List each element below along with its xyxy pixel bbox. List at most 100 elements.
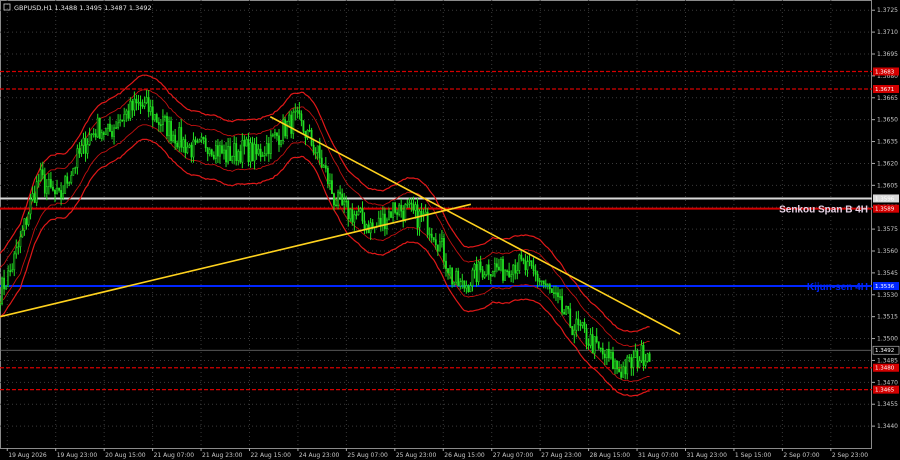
candle-body	[64, 176, 67, 194]
candle-body	[634, 350, 637, 358]
candle-body	[636, 350, 639, 368]
candle-body	[210, 149, 213, 156]
candle-body	[597, 341, 600, 349]
candle-body	[587, 343, 590, 346]
candle-body	[314, 152, 317, 154]
candle-body	[231, 156, 234, 161]
candle-body	[436, 244, 439, 252]
x-tick-label: 24 Aug 23:00	[299, 452, 340, 459]
candle-body	[601, 348, 604, 355]
candle-body	[100, 132, 103, 139]
candle-body	[66, 176, 69, 184]
candle-body	[383, 213, 386, 230]
candle-body	[94, 133, 97, 138]
candle-body	[544, 283, 547, 286]
candle-body	[359, 208, 362, 212]
candle-body	[239, 151, 242, 163]
candle-body	[347, 200, 350, 220]
level-price-label: 1.3671	[875, 87, 894, 93]
y-tick-label: 1.3560	[877, 248, 898, 255]
candle-body	[416, 204, 419, 228]
candle-body	[388, 211, 390, 221]
candle-body	[137, 101, 140, 104]
candle-body	[141, 105, 144, 107]
candle-body	[608, 348, 610, 359]
candle-body	[257, 148, 260, 155]
candle-body	[78, 148, 81, 154]
candle-body	[296, 110, 299, 112]
x-tick-label: 31 Aug 07:00	[638, 452, 679, 459]
candle-body	[102, 132, 105, 135]
candle-body	[121, 119, 124, 122]
y-tick-label: 1.3725	[877, 7, 898, 14]
candle-body	[135, 98, 138, 104]
candle-body	[463, 280, 466, 289]
candle-body	[481, 269, 484, 278]
candle-body	[253, 143, 256, 162]
candle-body	[74, 167, 77, 169]
candle-body	[467, 285, 470, 293]
candle-body	[47, 179, 50, 187]
candle-body	[555, 292, 557, 295]
candle-body	[267, 143, 270, 154]
candle-body	[603, 353, 606, 359]
candle-body	[626, 356, 629, 375]
candle-body	[294, 110, 297, 113]
level-price-label: 1.3536	[875, 284, 895, 290]
candle-body	[225, 149, 227, 163]
candle-body	[25, 218, 28, 225]
candle-body	[534, 270, 537, 275]
candle-body	[610, 352, 612, 359]
y-tick-label: 1.3620	[877, 160, 898, 167]
candle-body	[204, 138, 207, 149]
candle-body	[149, 106, 152, 112]
candle-body	[522, 258, 525, 261]
candle-body	[245, 138, 248, 147]
candle-body	[487, 264, 490, 275]
candle-body	[644, 360, 647, 366]
candle-body	[271, 134, 274, 137]
candle-body	[616, 360, 618, 370]
candle-body	[630, 357, 633, 368]
candle-body	[381, 213, 384, 226]
y-tick-label: 1.3665	[877, 95, 898, 102]
y-tick-label: 1.3455	[877, 401, 898, 408]
x-tick-label: 1 Sep 15:00	[735, 452, 771, 459]
candle-body	[451, 267, 454, 285]
price-chart[interactable]: 1.37251.37101.36951.36801.36651.36501.36…	[0, 0, 900, 460]
candle-body	[528, 260, 531, 262]
candle-body	[363, 220, 366, 230]
candle-body	[190, 144, 193, 158]
level-annotation: Kijun-sen 4H	[807, 282, 868, 293]
candle-body	[510, 274, 513, 277]
x-tick-label: 22 Aug 15:00	[250, 452, 291, 459]
candle-body	[127, 110, 130, 119]
candle-body	[316, 145, 319, 153]
candle-body	[498, 266, 500, 271]
candle-body	[443, 238, 445, 262]
x-tick-label: 2 Sep 23:00	[832, 452, 868, 459]
candle-body	[41, 169, 44, 176]
x-tick-label: 19 Aug 23:00	[57, 452, 98, 459]
candle-body	[286, 121, 289, 137]
candle-body	[398, 204, 401, 215]
candle-body	[559, 296, 561, 298]
candle-body	[550, 288, 553, 293]
candle-body	[412, 203, 415, 211]
candle-body	[269, 134, 272, 154]
candle-body	[92, 133, 95, 136]
candle-body	[524, 260, 527, 271]
candle-body	[353, 214, 356, 223]
candle-body	[274, 132, 276, 136]
candle-body	[168, 120, 170, 137]
candle-body	[318, 145, 321, 159]
candle-body	[542, 280, 545, 285]
candle-body	[107, 123, 109, 129]
candle-body	[214, 145, 217, 159]
level-annotation: Senkou Span B 4H	[779, 205, 868, 216]
candle-body	[84, 137, 87, 154]
candle-body	[390, 211, 392, 218]
candle-body	[335, 204, 337, 207]
candle-body	[345, 200, 348, 203]
candle-body	[441, 238, 443, 243]
